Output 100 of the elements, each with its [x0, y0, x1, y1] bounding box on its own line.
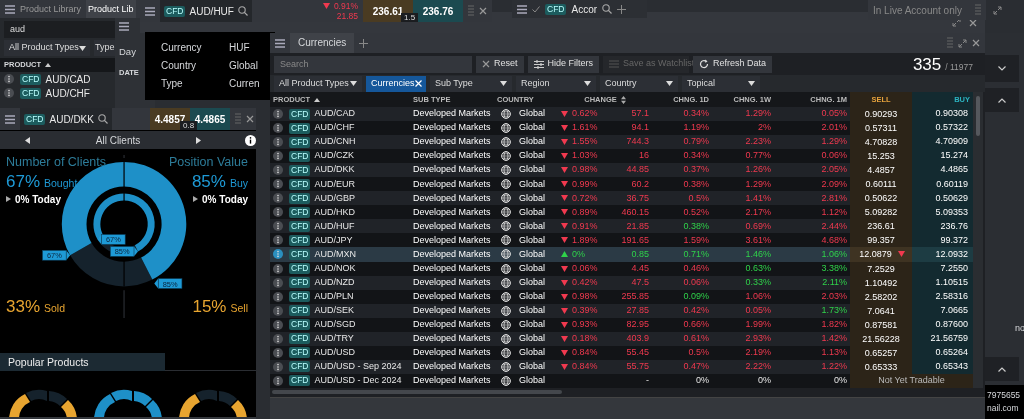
- country-name: Global: [519, 247, 545, 261]
- country-name: Global: [519, 360, 545, 374]
- change-percent: 0.72%: [572, 191, 598, 205]
- table-cell: Developed Markets: [410, 177, 494, 192]
- table-cell: 0.71%: [652, 247, 712, 262]
- table-cell: 0.38%: [652, 177, 712, 192]
- table-cell: Developed Markets: [410, 233, 494, 248]
- table-cell: 0.5%: [652, 191, 712, 206]
- change-points: 60.2: [631, 177, 649, 191]
- change-percent: 0.93%: [572, 317, 598, 331]
- cfd-tag: CFD: [289, 136, 311, 148]
- side-text: no: [1015, 322, 1024, 335]
- change-points: 36.75: [626, 191, 649, 205]
- cfd-tag: CFD: [289, 375, 311, 387]
- table-cell: 0.06%: [774, 149, 850, 164]
- country-name: Global: [519, 374, 545, 388]
- change-points: 21.85: [626, 219, 649, 233]
- detail-label: Type: [161, 77, 184, 91]
- change-percent: 0.99%: [572, 177, 598, 191]
- change-percent: 0.89%: [572, 205, 598, 219]
- table-cell: Developed Markets: [410, 247, 494, 262]
- table-cell: 2.09%: [774, 177, 850, 192]
- table-cell: 2.17%: [712, 205, 774, 220]
- table-cell: 0.34%: [652, 107, 712, 122]
- cfd-tag: CFD: [289, 192, 311, 204]
- change-points: 460.15: [621, 205, 649, 219]
- sell-percent: 15%: [192, 297, 227, 317]
- table-cell: 2.23%: [712, 135, 774, 150]
- cfd-tag: CFD: [20, 73, 42, 85]
- change-percent: 0.98%: [572, 163, 598, 177]
- cfd-tag: CFD: [289, 277, 311, 289]
- cfd-tag: CFD: [20, 87, 42, 99]
- table-cell: 0.38%: [652, 219, 712, 234]
- country-name: Global: [519, 121, 545, 135]
- cfd-tag: CFD: [289, 347, 311, 359]
- table-cell: 3.61%: [712, 233, 774, 248]
- table-cell: 4.68%: [774, 233, 850, 248]
- table-cell: 1.41%: [712, 191, 774, 206]
- table-cell: 0.37%: [652, 163, 712, 178]
- cfd-tag: CFD: [289, 333, 311, 345]
- table-cell: 1.59%: [652, 233, 712, 248]
- change-percent: 0%: [572, 247, 585, 261]
- change-percent: 0.98%: [572, 289, 598, 303]
- table-cell: 1.29%: [712, 177, 774, 192]
- change-percent: 0.91%: [572, 219, 598, 233]
- change-percent: 0.18%: [572, 332, 598, 345]
- spread-tooltip: 0.8: [180, 121, 198, 130]
- change-points: 82.95: [626, 317, 649, 331]
- country-name: Global: [519, 149, 545, 163]
- change-points: 44.85: [626, 163, 649, 177]
- change-points: 57.1: [631, 107, 649, 121]
- table-cell: 2%: [712, 121, 774, 136]
- country-name: Global: [519, 219, 545, 233]
- table-cell: 0.77%: [712, 149, 774, 164]
- position-value-title: Position Value: [169, 154, 248, 171]
- buy-percent: 67%: [6, 171, 41, 191]
- change-percent: 1.89%: [572, 233, 598, 247]
- detail-value: Curren: [229, 77, 261, 91]
- change-points: 21.85: [336, 11, 358, 21]
- table-cell: Developed Markets: [410, 135, 494, 150]
- cfd-tag: CFD: [289, 108, 311, 120]
- table-cell: 0.34%: [652, 149, 712, 164]
- change-percent: 0.84%: [572, 346, 598, 360]
- cfd-tag: CFD: [289, 122, 311, 134]
- change-points: 403.9: [626, 332, 649, 345]
- table-cell: Developed Markets: [410, 191, 494, 206]
- detail-label: Country: [161, 59, 197, 73]
- table-cell: 0.05%: [774, 107, 850, 122]
- change-points: 191.65: [621, 233, 649, 247]
- table-cell: 1.12%: [774, 205, 850, 220]
- change-points: 47.5: [631, 275, 649, 289]
- change-percent: 0.06%: [572, 261, 598, 275]
- country-name: Global: [519, 317, 545, 331]
- cfd-tag: CFD: [289, 305, 311, 317]
- change-points: 94.1: [631, 121, 649, 135]
- table-cell: 2.01%: [774, 121, 850, 136]
- table-cell: 2.44%: [774, 219, 850, 234]
- country-name: Global: [519, 261, 545, 275]
- section-header: Popular Products: [0, 352, 165, 371]
- country-name: Global: [519, 163, 545, 177]
- buy-label: Buy: [229, 175, 248, 191]
- country-name: Global: [519, 107, 545, 121]
- sell-label: Sell: [230, 301, 248, 317]
- change-percent: 0.62%: [572, 107, 598, 121]
- change-points: 27.85: [626, 303, 649, 317]
- cfd-tag: CFD: [289, 150, 311, 162]
- change-percent: 1.55%: [572, 135, 598, 149]
- change-points: 55.45: [626, 346, 649, 360]
- cfd-tag: CFD: [289, 234, 311, 246]
- table-cell: 0.69%: [712, 219, 774, 234]
- country-name: Global: [519, 135, 545, 149]
- country-name: Global: [519, 289, 545, 303]
- table-cell: Developed Markets: [410, 121, 494, 136]
- country-name: Global: [519, 205, 545, 219]
- cfd-tag: CFD: [24, 113, 46, 125]
- table-cell: 1.29%: [774, 135, 850, 150]
- cfd-tag: CFD: [289, 206, 311, 218]
- table-cell: 1.29%: [712, 107, 774, 122]
- country-name: Global: [519, 191, 545, 205]
- cfd-tag: CFD: [289, 178, 311, 190]
